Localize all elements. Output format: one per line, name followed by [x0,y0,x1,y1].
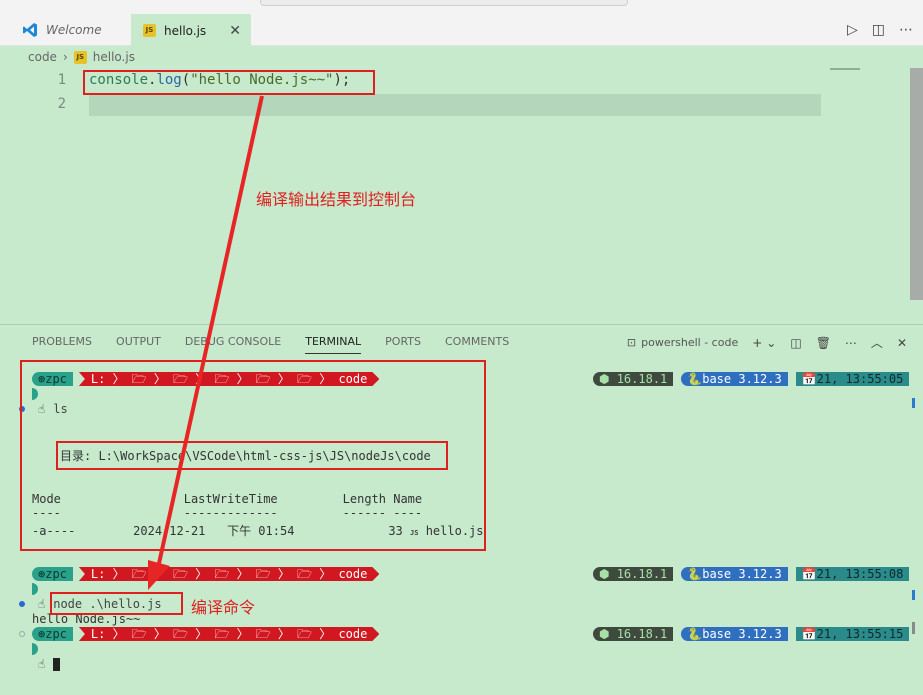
prompt-time: 📅21, 13:55:05 [795,372,910,386]
trash-icon[interactable]: 🗑 [816,336,831,350]
breadcrumb: code › JS hello.js [28,50,135,64]
terminal-right-prompt: ⬢ 16.18.1 🐍base 3.12.3 📅21, 13:55:15 [593,627,910,641]
prompt-path: L: 〉 🗁 〉 🗁 〉 🗁 〉 🗁 〉 🗁 〉 code [79,567,379,581]
pointer-icon: ☝ [38,597,46,611]
line-number: 1 [57,72,66,88]
tab-ports[interactable]: PORTS [385,335,421,354]
tab-label: hello.js [164,23,207,38]
js-file-icon: JS [73,50,87,64]
node-version: ⬢ 16.18.1 [593,627,674,641]
python-env: 🐍base 3.12.3 [681,372,788,386]
breadcrumb-file[interactable]: hello.js [93,50,135,64]
more-actions-icon[interactable]: ⋯ [899,22,913,38]
highlight-command-box [50,592,183,615]
highlight-code-box [83,70,375,95]
split-editor-icon[interactable]: ◫ [872,22,885,38]
line-number: 2 [57,96,66,112]
terminal-selector[interactable]: ⊡ powershell - code [627,336,738,349]
add-terminal-icon[interactable]: + [752,336,762,350]
node-version: ⬢ 16.18.1 [593,372,674,386]
pointer-icon: ☝ [38,657,46,671]
code-editor[interactable]: 1 2 console.log("hello Node.js~~"); [0,68,910,323]
tab-terminal[interactable]: TERMINAL [305,335,362,354]
run-icon[interactable]: ▷ [847,22,858,38]
prompt-user: ⊛zpc [32,627,73,641]
prompt-time: 📅21, 13:55:08 [795,567,910,581]
tab-welcome[interactable]: Welcome [14,14,130,46]
terminal-prompt: ⊛zpc L: 〉 🗁 〉 🗁 〉 🗁 〉 🗁 〉 🗁 〉 code [32,627,379,641]
maximize-panel-icon[interactable]: ︿ [871,334,883,351]
command-decoration[interactable] [19,601,25,607]
command-decoration[interactable] [19,631,25,637]
current-line-highlight [89,94,821,116]
terminal-cursor [53,657,61,671]
terminal-right-prompt: ⬢ 16.18.1 🐍base 3.12.3 📅21, 13:55:08 [593,567,910,581]
vscode-icon [23,23,37,37]
terminal-input-line[interactable]: ☝ [38,657,61,671]
editor-tab-bar: Welcome JS hello.js ✕ ▷ ◫ ⋯ [0,8,923,46]
close-panel-icon[interactable]: ✕ [897,336,907,350]
shell-label: powershell - code [641,336,739,349]
terminal-icon: ⊡ [626,336,637,349]
command-center[interactable] [260,0,628,6]
panel-actions: ⊡ powershell - code + ⌄ ◫ 🗑 ⋯ ︿ ✕ [627,334,907,351]
minimap[interactable] [830,68,860,70]
tab-output[interactable]: OUTPUT [116,335,161,354]
node-version: ⬢ 16.18.1 [593,567,674,581]
chevron-down-icon[interactable]: ⌄ [766,336,776,350]
title-bar-strip [0,0,923,8]
python-env: 🐍base 3.12.3 [681,627,788,641]
prompt-path: L: 〉 🗁 〉 🗁 〉 🗁 〉 🗁 〉 🗁 〉 code [79,627,379,641]
tab-hello-js[interactable]: JS hello.js ✕ [131,14,251,46]
highlight-directory-box [56,441,448,470]
scrollbar-marker [912,398,915,408]
scrollbar-marker [912,622,915,634]
terminal-right-prompt: ⬢ 16.18.1 🐍base 3.12.3 📅21, 13:55:05 [593,372,910,386]
tab-label: Welcome [46,23,102,37]
js-file-icon: JS [143,24,156,37]
chevron-right-icon: › [62,50,68,64]
python-env: 🐍base 3.12.3 [681,567,788,581]
more-actions-icon[interactable]: ⋯ [845,336,857,350]
annotation-output-note: 编译输出结果到控制台 [256,190,417,209]
annotation-command-note: 编译命令 [191,598,256,617]
split-terminal-icon[interactable]: ◫ [790,336,801,350]
tab-problems[interactable]: PROBLEMS [32,335,92,354]
prompt-time: 📅21, 13:55:15 [795,627,910,641]
tab-debug-console[interactable]: DEBUG CONSOLE [185,335,281,354]
panel-tab-list: PROBLEMS OUTPUT DEBUG CONSOLE TERMINAL P… [32,335,509,354]
close-icon[interactable]: ✕ [229,23,241,39]
editor-actions: ▷ ◫ ⋯ [847,22,913,38]
scrollbar-marker [912,590,915,600]
terminal-prompt: ⊛zpc L: 〉 🗁 〉 🗁 〉 🗁 〉 🗁 〉 🗁 〉 code [32,567,379,581]
breadcrumb-folder[interactable]: code [28,50,57,64]
prompt-user: ⊛zpc [32,567,73,581]
tab-comments[interactable]: COMMENTS [445,335,509,354]
editor-scrollbar[interactable] [910,68,923,300]
